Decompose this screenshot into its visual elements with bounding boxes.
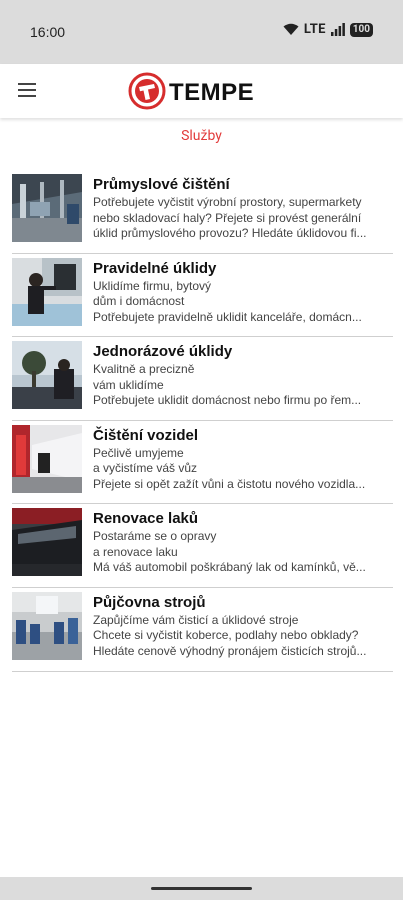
- home-gesture-handle[interactable]: [151, 887, 252, 890]
- hamburger-menu-icon[interactable]: [18, 83, 36, 97]
- service-description-line: Má váš automobil poškrábaný lak od kamín…: [93, 560, 366, 575]
- brand-name: TEMPE: [169, 79, 255, 106]
- service-description-line: úklid průmyslového provozu? Hledáte úkli…: [93, 226, 367, 240]
- service-title: Jednorázové úklidy: [93, 343, 233, 361]
- signal-icon: [330, 23, 345, 36]
- service-description-line: Pečlivě umyjeme: [93, 445, 184, 460]
- service-thumbnail: [12, 257, 82, 326]
- status-time: 16:00: [30, 24, 66, 40]
- brand-logo: TEMPE: [128, 72, 254, 114]
- service-thumbnail: [12, 174, 82, 242]
- network-type: LTE: [303, 22, 326, 37]
- service-description-line: Zapůjčíme vám čisticí a úklidové stroje: [93, 612, 299, 627]
- logo-emblem-icon: [128, 72, 166, 114]
- service-description-line: Kvalitně a precizně: [93, 362, 195, 377]
- status-bar: 16:00 LTE 100: [0, 0, 403, 64]
- service-item-pravidelne-uklidy[interactable]: Pravidelné úklidy Uklidíme firmu, bytový…: [12, 254, 393, 338]
- system-navigation-bar: [0, 877, 403, 900]
- service-title: Pravidelné úklidy: [93, 259, 217, 277]
- service-description-line: Postaráme se o opravy: [93, 529, 217, 544]
- service-item-renovace-laku[interactable]: Renovace laků Postaráme se o opravy a re…: [12, 504, 393, 588]
- service-item-pujcovna-stroju[interactable]: Půjčovna strojů Zapůjčíme vám čisticí a …: [12, 588, 393, 672]
- service-description-line: Potřebujete uklidit domácnost nebo firmu…: [93, 393, 362, 408]
- section-title: Služby: [181, 128, 222, 144]
- service-description-line: Potřebujete vyčistit výrobní prostory, s…: [93, 195, 362, 209]
- battery-icon: 100: [349, 22, 373, 37]
- service-item-prumyslove-cisteni[interactable]: Průmyslové čištění Potřebujete vyčistit …: [12, 170, 393, 254]
- service-item-jednorazove-uklidy[interactable]: Jednorázové úklidy Kvalitně a precizně v…: [12, 337, 393, 421]
- service-description-line: a renovace laku: [93, 544, 178, 559]
- service-description-line: Hledáte cenově výhodný pronájem čisticíc…: [93, 643, 367, 658]
- service-item-cisteni-vozidel[interactable]: Čištění vozidel Pečlivě umyjeme a vyčist…: [12, 421, 393, 505]
- service-title: Renovace laků: [93, 510, 199, 528]
- service-thumbnail: [12, 424, 82, 493]
- service-description-line: nebo skladovací haly? Přejete si provést…: [93, 210, 362, 225]
- service-description-line: dům i domácnost: [93, 294, 185, 309]
- app-header: TEMPE: [0, 64, 403, 118]
- service-title: Půjčovna strojů: [93, 593, 206, 611]
- service-thumbnail: [12, 508, 82, 577]
- service-description-line: Uklidíme firmu, bytový: [93, 278, 212, 293]
- service-description-line: vám uklidíme: [93, 377, 164, 392]
- wifi-icon: [283, 23, 299, 36]
- service-description-line: Potřebujete pravidelně uklidit kanceláře…: [93, 309, 362, 324]
- service-title: Průmyslové čištění: [93, 176, 230, 193]
- service-description-line: Přejete si opět zažít vůni a čistotu nov…: [93, 476, 366, 491]
- services-list: Průmyslové čištění Potřebujete vyčistit …: [12, 170, 393, 672]
- service-thumbnail: [12, 341, 82, 410]
- status-icons: LTE 100: [283, 22, 373, 37]
- service-description-line: a vyčistíme váš vůz: [93, 461, 198, 476]
- service-title: Čištění vozidel: [93, 426, 199, 444]
- service-thumbnail: [12, 591, 82, 660]
- service-description-line: Chcete si vyčistit koberce, podlahy nebo…: [93, 628, 359, 643]
